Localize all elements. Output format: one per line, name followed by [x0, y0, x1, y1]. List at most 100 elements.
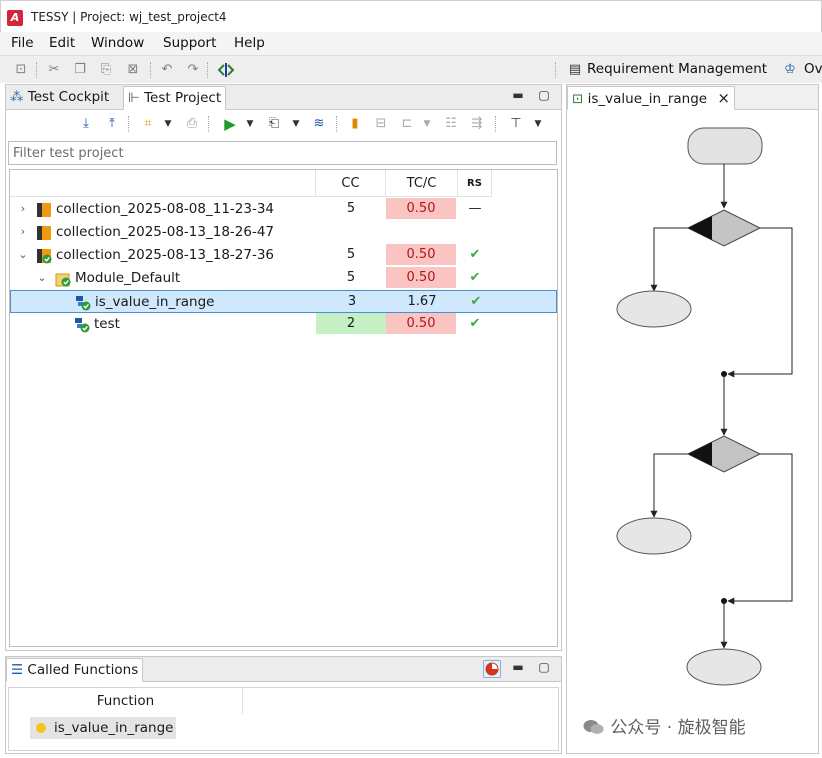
new-module-icon[interactable]: ⊟	[373, 116, 389, 132]
menu-file[interactable]: File	[11, 35, 34, 51]
save-icon[interactable]: ⊡	[13, 62, 29, 78]
import-icon[interactable]: ⤓	[78, 116, 94, 132]
tcc-cell: 0.50	[386, 244, 456, 265]
result-ok-icon: ✔	[469, 316, 481, 331]
module-ok-icon	[55, 271, 71, 287]
column-header-rs[interactable]: RS	[458, 170, 492, 197]
bottom-tabbar: ☰ Called Functions ▬ ▢	[6, 657, 561, 682]
tab-test-cockpit[interactable]: ⁂ Test Cockpit	[6, 86, 113, 110]
title-bar: A TESSY | Project: wj_test_project4	[0, 0, 822, 32]
export-icon[interactable]: ⤒	[104, 116, 120, 132]
project-tree-icon: ⊩	[128, 90, 140, 106]
watermark-text: 公众号 · 旋极智能	[610, 718, 746, 738]
column-header-function[interactable]: Function	[9, 688, 243, 714]
tab-test-project[interactable]: ⊩ Test Project	[123, 86, 227, 110]
run-icon[interactable]: ▶	[222, 116, 238, 132]
tree-item-label: test	[94, 316, 120, 332]
flow-statement-node[interactable]	[616, 290, 692, 328]
filter-icon[interactable]: ⊤	[508, 116, 524, 132]
column-header-name[interactable]	[10, 170, 316, 197]
select-icon[interactable]: ⌗	[140, 116, 156, 132]
new-test-icon[interactable]: ⊏	[399, 116, 415, 132]
tree-row[interactable]: › collection_2025-08-08_11-23-34 5 0.50 —	[10, 198, 557, 221]
minimize-button[interactable]: ▬	[511, 660, 525, 674]
tcc-cell: 1.67	[407, 294, 437, 309]
checklist-icon[interactable]: ☷	[443, 116, 459, 132]
tab-called-functions[interactable]: ☰ Called Functions	[6, 658, 144, 682]
delete-icon[interactable]: ⊠	[125, 62, 141, 78]
requirement-icon: ▤	[568, 62, 582, 77]
new-collection-icon[interactable]: ▮	[347, 116, 363, 132]
filter-box	[8, 141, 557, 165]
cc-cell: 3	[347, 294, 357, 309]
menu-window[interactable]: Window	[91, 35, 144, 51]
tree-row[interactable]: test 2 0.50 ✔	[10, 313, 557, 336]
dropdown-arrow-icon[interactable]: ▼	[530, 116, 546, 132]
undo-icon[interactable]: ↶	[159, 62, 175, 78]
tree-row[interactable]: ⌄ collection_2025-08-13_18-27-36 5 0.50 ✔	[10, 244, 557, 267]
test-project-tree: CC TC/C RS › collection_2025-08-08_11-23-…	[9, 169, 558, 647]
toolbar-separator	[207, 62, 208, 78]
functions-table: Function is_value_in_range	[8, 687, 559, 751]
flow-graph-editor: ⊡ is_value_in_range ×	[566, 84, 819, 754]
collection-ok-icon	[36, 248, 52, 264]
toggle-view-icon[interactable]	[217, 62, 235, 78]
dropdown-arrow-icon[interactable]: ▼	[242, 116, 258, 132]
toolbar-separator	[128, 116, 129, 132]
maximize-button[interactable]: ▢	[537, 660, 551, 674]
tree-row[interactable]: is_value_in_range 3 1.67 ✔	[10, 290, 557, 313]
report-icon[interactable]: ⎗	[266, 116, 282, 132]
flow-end-node[interactable]	[686, 648, 762, 686]
flow-start-node[interactable]	[687, 127, 763, 165]
dropdown-arrow-icon[interactable]: ▼	[419, 116, 435, 132]
cc-cell: 5	[346, 247, 356, 262]
tessy-logo-icon: A	[7, 10, 23, 26]
edit-icon[interactable]: ⎙	[184, 116, 200, 132]
requirement-management-button[interactable]: Requirement Management	[587, 61, 767, 77]
close-icon[interactable]: ×	[717, 89, 730, 107]
redo-icon[interactable]: ↷	[185, 62, 201, 78]
collapse-icon[interactable]: ⌄	[37, 271, 47, 284]
flow-edge	[650, 453, 688, 518]
copy-icon[interactable]: ❐	[72, 62, 88, 78]
minimize-button[interactable]: ▬	[511, 88, 525, 102]
compare-icon[interactable]: ⇶	[469, 116, 485, 132]
overflow-perspective-label[interactable]: Ov	[804, 61, 822, 77]
coverage-toggle-button[interactable]	[483, 660, 501, 678]
tab-test-project-label: Test Project	[144, 90, 222, 106]
result-ok-icon: ✔	[470, 294, 482, 309]
flow-statement-node[interactable]	[616, 517, 692, 555]
column-header-cc[interactable]: CC	[316, 170, 386, 197]
coverage-pie-icon	[485, 662, 499, 676]
function-item[interactable]: is_value_in_range	[30, 717, 176, 739]
collection-icon	[36, 225, 52, 241]
tree-item-label: collection_2025-08-13_18-26-47	[56, 224, 275, 240]
tree-item-label: Module_Default	[75, 270, 181, 286]
tree-row[interactable]: ⌄ Module_Default 5 0.50 ✔	[10, 267, 557, 290]
cc-cell: 2	[316, 313, 386, 334]
flow-decision-node[interactable]	[686, 435, 762, 473]
filter-test-project-input[interactable]	[9, 142, 556, 164]
menu-help[interactable]: Help	[234, 35, 265, 51]
layers-icon[interactable]: ≋	[311, 116, 327, 132]
paste-icon[interactable]: ⎘	[98, 62, 114, 78]
called-functions-view: ☰ Called Functions ▬ ▢ Function is_value…	[5, 656, 562, 754]
tab-is-value-in-range[interactable]: ⊡ is_value_in_range ×	[567, 86, 735, 110]
dropdown-arrow-icon[interactable]: ▼	[288, 116, 304, 132]
perspective-icon[interactable]: ♔	[782, 62, 798, 78]
tree-row[interactable]: › collection_2025-08-13_18-26-47	[10, 221, 557, 244]
test-object-ok-icon	[75, 295, 91, 311]
flow-decision-node[interactable]	[686, 209, 762, 247]
menu-edit[interactable]: Edit	[49, 35, 75, 51]
dropdown-arrow-icon[interactable]: ▼	[160, 116, 176, 132]
result-status-cell	[458, 221, 492, 242]
menu-support[interactable]: Support	[163, 35, 216, 51]
expand-icon[interactable]: ›	[18, 202, 28, 215]
cut-icon[interactable]: ✂	[46, 62, 62, 78]
collapse-icon[interactable]: ⌄	[18, 248, 28, 261]
expand-icon[interactable]: ›	[18, 225, 28, 238]
result-ok-icon: ✔	[469, 247, 481, 262]
tcc-cell: 0.50	[386, 313, 456, 334]
column-header-tcc[interactable]: TC/C	[386, 170, 458, 197]
maximize-button[interactable]: ▢	[537, 88, 551, 102]
